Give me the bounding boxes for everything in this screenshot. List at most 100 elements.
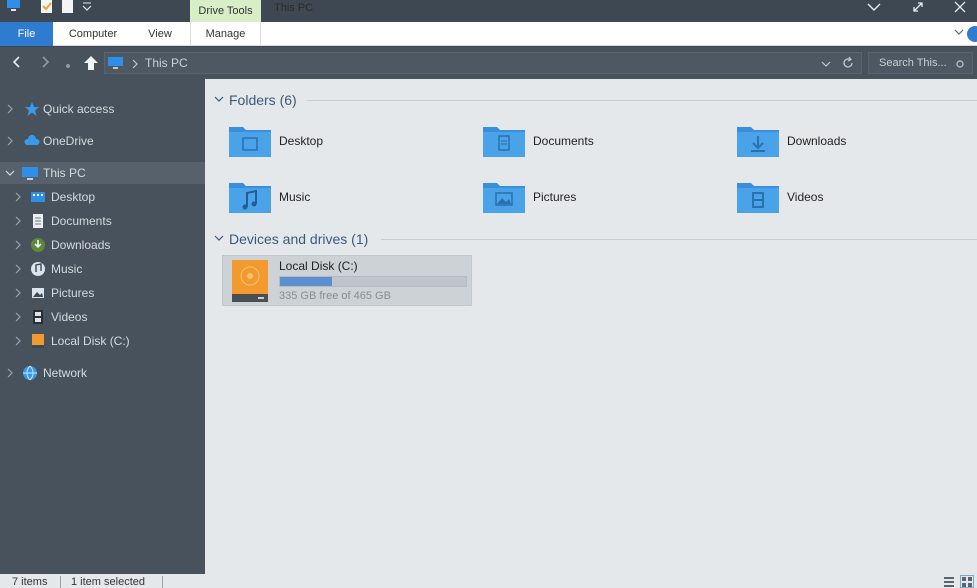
chevron-right-icon[interactable]: [14, 311, 22, 326]
this-pc-icon: [108, 56, 124, 73]
downloads-folder-icon: [737, 123, 781, 159]
sidebar-item-network[interactable]: Network: [0, 362, 205, 384]
minimize-ribbon-button[interactable]: [859, 0, 889, 14]
sidebar-item-quick-access[interactable]: Quick access: [0, 98, 205, 120]
documents-folder-icon: [483, 123, 527, 159]
folders-group-title: Folders (6): [229, 92, 297, 108]
folder-label: Music: [279, 190, 311, 204]
sidebar-item-videos[interactable]: Videos: [0, 306, 205, 328]
window-title: This PC: [274, 2, 314, 14]
folder-label: Downloads: [787, 134, 847, 148]
new-folder-icon[interactable]: [62, 0, 74, 17]
sidebar-item-pictures[interactable]: Pictures: [0, 282, 205, 304]
drive-tile-local-disk[interactable]: Local Disk (C:) 335 GB free of 465 GB: [222, 255, 472, 306]
chevron-right-icon[interactable]: [14, 191, 22, 206]
group-divider: [307, 100, 977, 101]
sidebar-item-label: OneDrive: [43, 134, 94, 148]
devices-group-header[interactable]: Devices and drives (1): [213, 229, 368, 249]
tab-computer[interactable]: Computer: [58, 22, 128, 46]
content-area: Folders (6) Desktop Documents Downloads …: [205, 79, 977, 574]
back-arrow-icon[interactable]: [10, 55, 24, 72]
sidebar-item-this-pc[interactable]: This PC: [0, 162, 205, 184]
folder-tile-music[interactable]: Music: [229, 179, 469, 219]
chevron-right-icon[interactable]: [14, 287, 22, 302]
pictures-icon: [30, 285, 46, 301]
large-icons-view-icon[interactable]: [960, 575, 974, 588]
sidebar-item-documents[interactable]: Documents: [0, 210, 205, 232]
chevron-right-icon[interactable]: [14, 335, 22, 350]
folders-group-header[interactable]: Folders (6): [213, 90, 297, 110]
folder-tile-videos[interactable]: Videos: [737, 179, 967, 219]
cloud-icon: [24, 133, 40, 149]
desktop-icon: [30, 189, 46, 205]
up-arrow-icon[interactable]: [82, 54, 100, 75]
status-divider: [162, 576, 163, 588]
drive-tools-context-tab[interactable]: Drive Tools: [190, 0, 261, 22]
hard-drive-icon: [231, 260, 269, 305]
folder-tile-pictures[interactable]: Pictures: [483, 179, 723, 219]
chevron-right-icon[interactable]: [6, 103, 14, 118]
sidebar-item-downloads[interactable]: Downloads: [0, 234, 205, 256]
help-icon[interactable]: [967, 26, 977, 42]
customize-quick-access-icon[interactable]: [82, 0, 92, 17]
folder-tile-documents[interactable]: Documents: [483, 123, 723, 163]
sidebar-item-local-disk[interactable]: Local Disk (C:): [0, 330, 205, 352]
devices-group-title: Devices and drives (1): [229, 231, 369, 247]
status-divider: [60, 576, 61, 588]
tab-manage[interactable]: Manage: [190, 22, 261, 46]
chevron-right-icon[interactable]: [14, 263, 22, 278]
chevron-right-icon[interactable]: [6, 367, 14, 382]
chevron-down-icon[interactable]: [213, 95, 225, 105]
expand-ribbon-icon[interactable]: [953, 26, 965, 41]
details-view-icon[interactable]: [943, 576, 955, 588]
computer-icon[interactable]: [6, 0, 22, 15]
drive-usage-bar: [279, 276, 467, 287]
recent-locations-icon[interactable]: [64, 59, 72, 73]
address-dropdown-icon[interactable]: [821, 58, 831, 72]
breadcrumb-separator-icon[interactable]: [131, 58, 139, 72]
chevron-right-icon[interactable]: [14, 215, 22, 230]
folder-tile-desktop[interactable]: Desktop: [229, 123, 469, 163]
folder-label: Documents: [533, 134, 594, 148]
refresh-icon[interactable]: [841, 56, 855, 73]
chevron-down-icon[interactable]: [4, 168, 16, 182]
folder-label: Pictures: [533, 190, 577, 204]
chevron-right-icon[interactable]: [14, 239, 22, 254]
navigation-bar: This PC Search This...: [0, 47, 977, 79]
tab-file[interactable]: File: [0, 22, 53, 46]
group-divider: [381, 239, 977, 240]
selection-count: 1 item selected: [71, 576, 145, 588]
drive-icon: [30, 333, 46, 349]
star-icon: [24, 101, 40, 117]
search-icon[interactable]: [955, 58, 965, 72]
sidebar-item-label: Documents: [51, 214, 112, 228]
drive-free-space: 335 GB free of 465 GB: [279, 290, 391, 302]
close-button[interactable]: [945, 0, 975, 14]
sidebar-item-label: This PC: [43, 166, 86, 180]
status-bar: 7 items 1 item selected: [0, 574, 977, 588]
forward-arrow-icon[interactable]: [38, 55, 52, 72]
address-bar[interactable]: This PC: [104, 52, 862, 74]
chevron-down-icon[interactable]: [213, 234, 225, 244]
music-folder-icon: [229, 179, 273, 215]
music-icon: [30, 261, 46, 277]
title-bar: Drive Tools This PC: [0, 0, 977, 22]
sidebar-item-label: Network: [43, 366, 88, 380]
maximize-button[interactable]: [903, 0, 933, 14]
sidebar-item-label: Pictures: [51, 286, 95, 300]
sidebar-item-label: Downloads: [51, 238, 111, 252]
computer-icon: [21, 165, 38, 181]
item-count: 7 items: [12, 576, 48, 588]
sidebar-item-label: Local Disk (C:): [51, 334, 130, 348]
sidebar-item-desktop[interactable]: Desktop: [0, 186, 205, 208]
sidebar-item-music[interactable]: Music: [0, 258, 205, 280]
sidebar-item-onedrive[interactable]: OneDrive: [0, 130, 205, 152]
chevron-right-icon[interactable]: [6, 135, 14, 150]
properties-icon[interactable]: [40, 0, 54, 17]
folder-tile-downloads[interactable]: Downloads: [737, 123, 967, 163]
tab-view[interactable]: View: [134, 22, 186, 46]
sidebar-item-label: Quick access: [43, 102, 115, 116]
breadcrumb[interactable]: This PC: [145, 53, 188, 73]
documents-icon: [30, 213, 46, 229]
navigation-pane: Quick access OneDrive This PC Desktop Do…: [0, 79, 205, 574]
